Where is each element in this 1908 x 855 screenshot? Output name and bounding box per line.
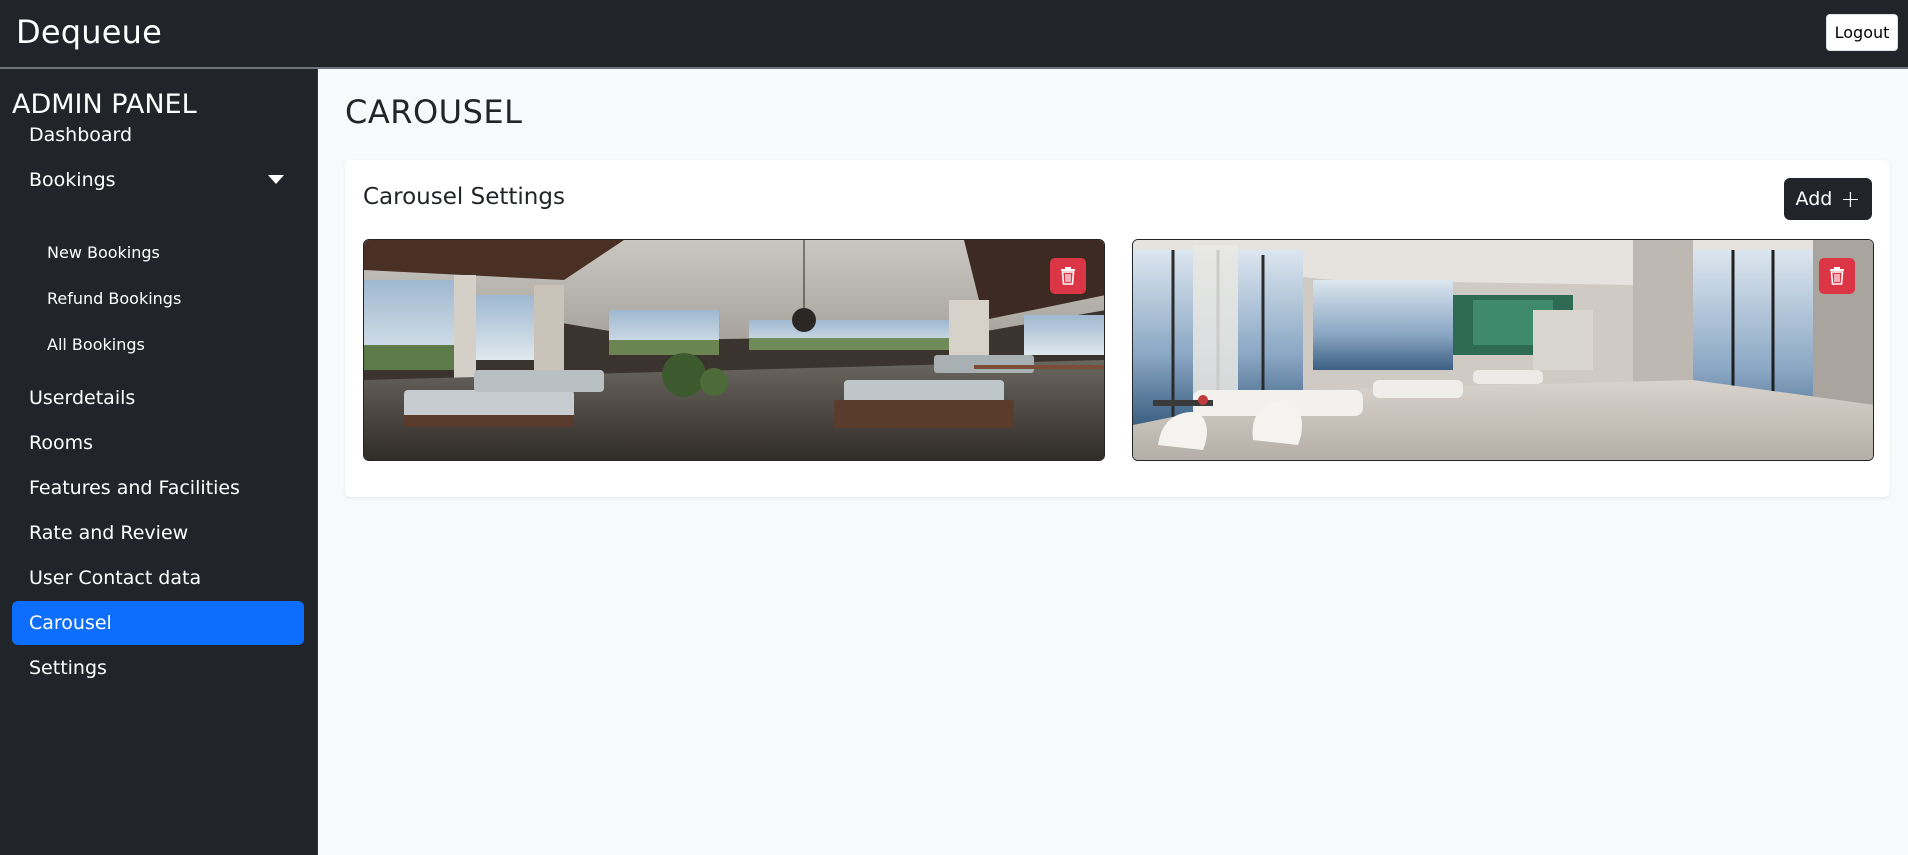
sidebar-item-label: Rate and Review [29, 522, 189, 544]
sidebar-subitem-label: Refund Bookings [47, 288, 182, 308]
sidebar-subitem-all-bookings[interactable]: All Bookings [47, 329, 145, 359]
sidebar-item-label: Bookings [29, 169, 116, 191]
add-image-button[interactable]: Add + [1784, 178, 1872, 220]
sidebar-subitem-label: All Bookings [47, 334, 145, 354]
page-title: CAROUSEL [345, 93, 523, 131]
sidebar-item-label: Carousel [29, 612, 112, 634]
delete-image-button[interactable] [1819, 258, 1855, 294]
carousel-settings-card: Carousel Settings Add + [345, 160, 1890, 497]
sidebar-item-features-facilities[interactable]: Features and Facilities [12, 466, 304, 510]
caret-down-icon[interactable] [268, 175, 284, 184]
brand-logo[interactable]: Dequeue [16, 13, 162, 51]
sidebar-item-label: User Contact data [29, 567, 202, 589]
sidebar-item-settings[interactable]: Settings [12, 646, 304, 690]
sidebar-subitem-new-bookings[interactable]: New Bookings [47, 237, 160, 267]
sidebar-item-label: Settings [29, 657, 107, 679]
sidebar-item-carousel[interactable]: Carousel [12, 601, 304, 645]
sidebar-item-label: Userdetails [29, 387, 136, 409]
trash-icon [1830, 267, 1844, 285]
logout-button[interactable]: Logout [1826, 14, 1898, 51]
plus-icon: + [1840, 185, 1861, 213]
sidebar-item-label: Features and Facilities [29, 477, 240, 499]
sidebar-item-rooms[interactable]: Rooms [12, 421, 304, 465]
sidebar-subitem-label: New Bookings [47, 242, 160, 262]
sidebar-subitem-refund-bookings[interactable]: Refund Bookings [47, 283, 181, 313]
sidebar-item-dashboard[interactable]: Dashboard [12, 113, 304, 157]
sidebar-item-bookings[interactable]: Bookings [12, 158, 304, 202]
card-title: Carousel Settings [363, 184, 565, 210]
main-content: CAROUSEL Carousel Settings Add + [319, 69, 1908, 855]
carousel-image [363, 239, 1105, 461]
sidebar-item-label: Rooms [29, 432, 94, 454]
sidebar-item-label: Dashboard [29, 124, 133, 146]
highrise-lounge-photo [1133, 240, 1873, 460]
top-navbar: Dequeue Logout [0, 0, 1908, 69]
add-button-label: Add [1795, 188, 1833, 210]
sidebar: ADMIN PANEL Dashboard Bookings New Booki… [0, 69, 318, 855]
lobby-lounge-photo [364, 240, 1104, 460]
sidebar-item-userdetails[interactable]: Userdetails [12, 376, 304, 420]
sidebar-item-user-contact-data[interactable]: User Contact data [12, 556, 304, 600]
sidebar-item-rate-review[interactable]: Rate and Review [12, 511, 304, 555]
trash-icon [1061, 267, 1075, 285]
carousel-image [1132, 239, 1874, 461]
delete-image-button[interactable] [1050, 258, 1086, 294]
